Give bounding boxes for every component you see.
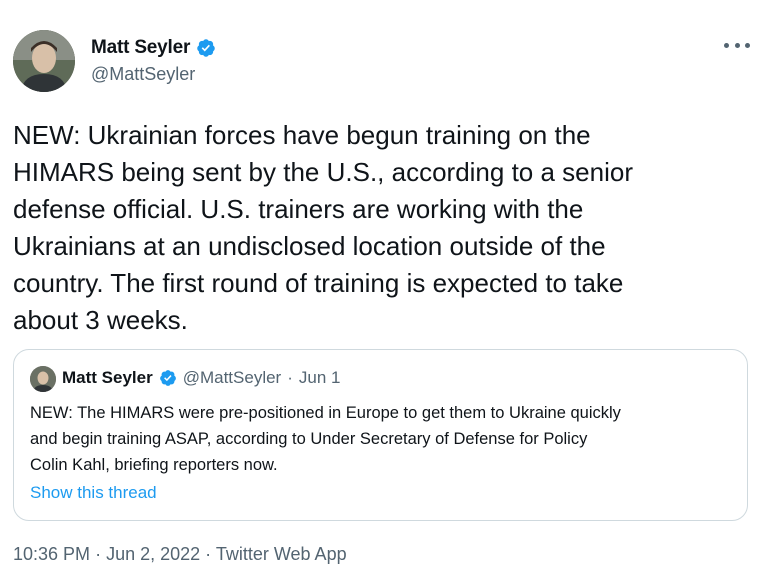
tweet-time[interactable]: 10:36 PM <box>13 544 90 564</box>
quoted-date[interactable]: Jun 1 <box>299 368 341 388</box>
author-display-name[interactable]: Matt Seyler <box>91 37 190 59</box>
quoted-handle[interactable]: @MattSeyler <box>183 368 282 388</box>
timestamp-separator: · <box>95 544 102 564</box>
tweet-text: NEW: Ukrainian forces have begun trainin… <box>13 120 633 335</box>
tweet-timestamp: 10:36 PM · Jun 2, 2022 · Twitter Web App <box>13 544 347 565</box>
author-name-row: Matt Seyler <box>91 37 216 59</box>
tweet-date[interactable]: Jun 2, 2022 <box>106 544 200 564</box>
quoted-separator: · <box>287 368 293 387</box>
timestamp-separator: · <box>205 544 212 564</box>
author-handle[interactable]: @MattSeyler <box>91 64 195 85</box>
author-avatar[interactable] <box>13 30 75 92</box>
show-thread-link[interactable]: Show this thread <box>30 483 157 503</box>
verified-badge-icon <box>197 39 215 57</box>
quoted-tweet[interactable]: Matt Seyler @MattSeyler · Jun 1 NEW: The… <box>13 349 748 521</box>
quoted-display-name[interactable]: Matt Seyler <box>62 368 153 388</box>
person-avatar-icon <box>30 366 56 392</box>
verified-badge-icon <box>159 370 176 386</box>
more-dot <box>724 42 729 48</box>
person-avatar-icon <box>13 30 75 92</box>
tweet-source[interactable]: Twitter Web App <box>216 544 347 564</box>
more-options-icon[interactable] <box>724 38 750 52</box>
more-dot <box>734 42 740 48</box>
quoted-text: NEW: The HIMARS were pre-positioned in E… <box>30 404 621 474</box>
more-dot <box>745 42 750 48</box>
tweet-card: Matt Seyler @MattSeyler NEW: Ukrainian f… <box>0 0 768 575</box>
quoted-header: Matt Seyler @MattSeyler · Jun 1 <box>62 368 340 388</box>
quoted-author-avatar[interactable] <box>30 366 56 392</box>
